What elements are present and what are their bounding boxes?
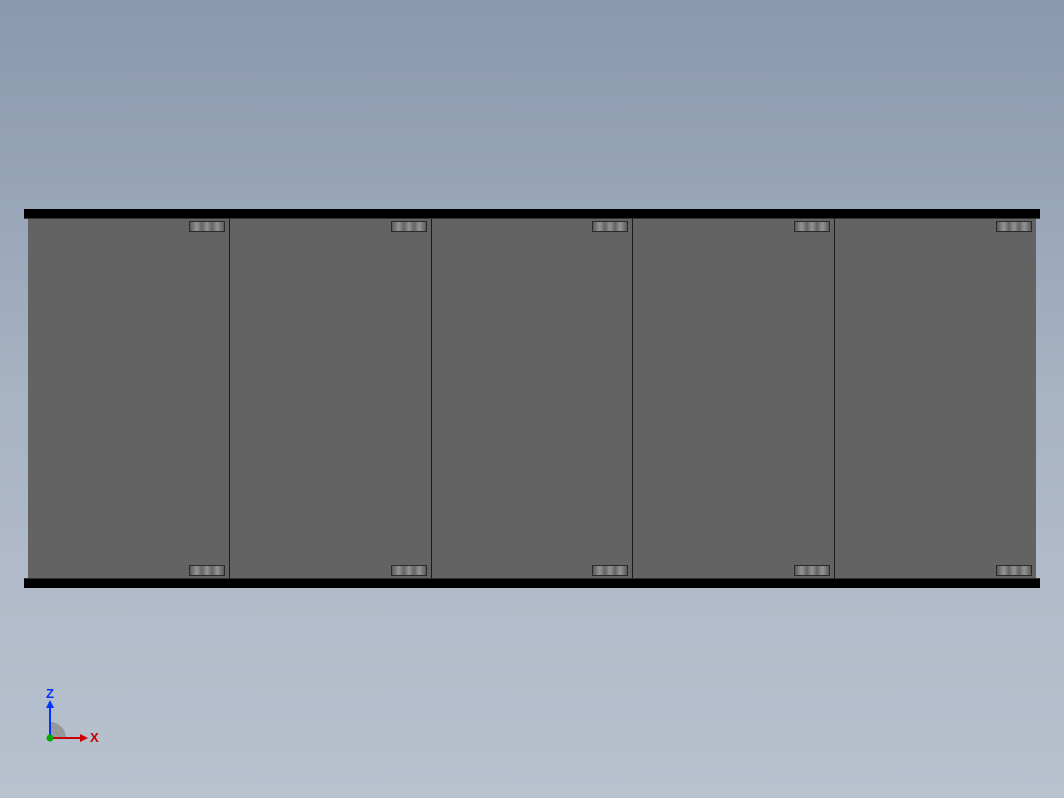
panel-3[interactable]: [432, 219, 634, 578]
x-axis-label: X: [90, 730, 99, 745]
x-axis-arrow-icon: [80, 734, 88, 742]
model-assembly[interactable]: [24, 209, 1040, 588]
panel-5[interactable]: [835, 219, 1036, 578]
panels-container: [28, 219, 1036, 578]
bracket-icon: [189, 221, 225, 232]
panel-4[interactable]: [633, 219, 835, 578]
z-axis-arrow-icon: [46, 700, 54, 708]
panel-1[interactable]: [28, 219, 230, 578]
bracket-icon: [794, 221, 830, 232]
bracket-icon: [391, 565, 427, 576]
coordinate-triad[interactable]: Z X: [40, 690, 100, 750]
bracket-icon: [189, 565, 225, 576]
bracket-icon: [794, 565, 830, 576]
bracket-icon: [592, 221, 628, 232]
bracket-icon: [996, 221, 1032, 232]
bottom-beam: [24, 578, 1040, 588]
bracket-icon: [592, 565, 628, 576]
bracket-icon: [996, 565, 1032, 576]
panel-2[interactable]: [230, 219, 432, 578]
cad-viewport[interactable]: Z X: [0, 0, 1064, 798]
z-axis-label: Z: [46, 686, 54, 701]
bracket-icon: [391, 221, 427, 232]
origin-point-icon: [47, 735, 54, 742]
top-beam: [24, 209, 1040, 219]
